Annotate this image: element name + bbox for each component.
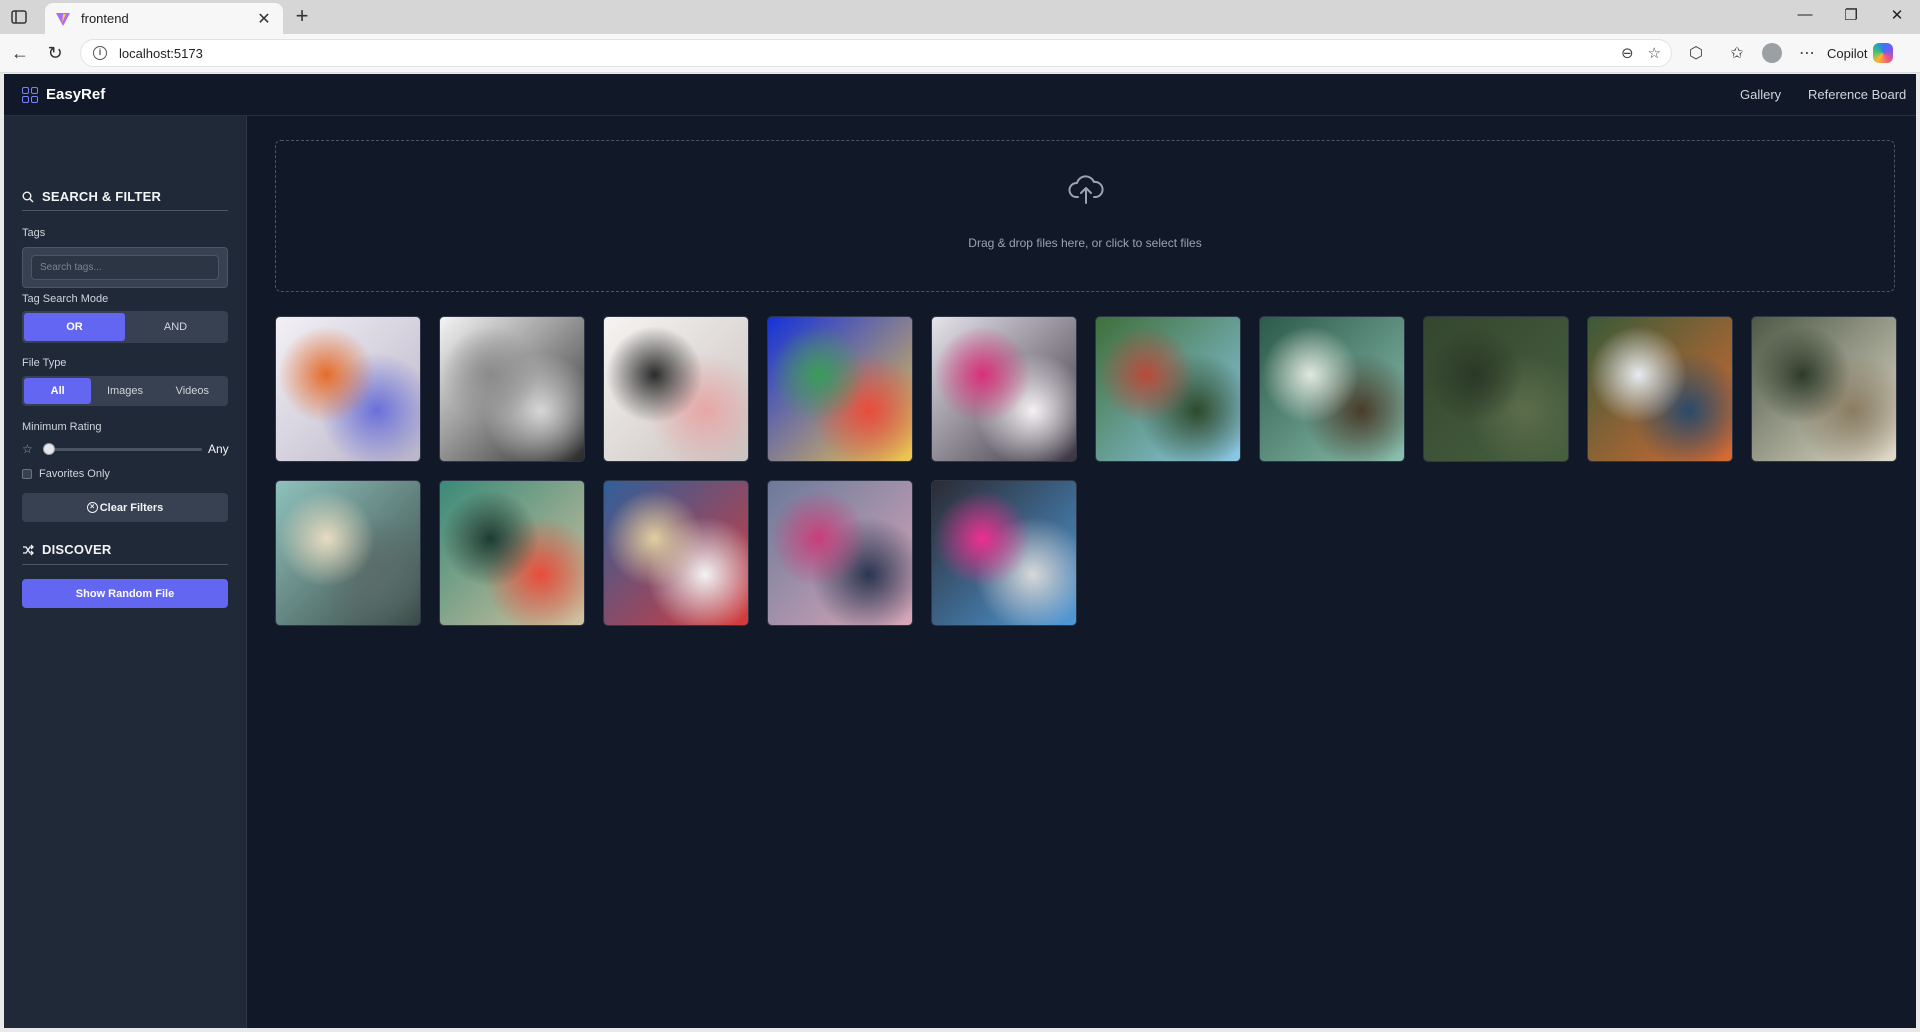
- url-text: localhost:5173: [119, 45, 203, 61]
- brand-name: EasyRef: [46, 86, 106, 103]
- window-close-icon[interactable]: ✕: [1882, 6, 1912, 24]
- favorite-star-icon[interactable]: ☆: [1648, 44, 1661, 62]
- divider: [22, 210, 228, 211]
- file-dropzone[interactable]: Drag & drop files here, or click to sele…: [275, 140, 1895, 292]
- search-filter-heading: SEARCH & FILTER: [22, 189, 161, 204]
- tag-search-box: [22, 247, 228, 288]
- gallery-thumbnail[interactable]: [275, 480, 421, 626]
- star-icon: ☆: [22, 442, 33, 456]
- copilot-button[interactable]: Copilot: [1827, 41, 1894, 65]
- rating-slider-row: ☆ Any: [22, 441, 232, 457]
- x-circle-icon: ×: [86, 502, 98, 513]
- search-icon: [22, 191, 34, 202]
- gallery-thumbnail[interactable]: [439, 316, 585, 462]
- file-type-label: File Type: [22, 357, 67, 369]
- gallery-thumbnail[interactable]: [767, 480, 913, 626]
- file-type-toggle: All Images Videos: [22, 376, 228, 406]
- favorites-label: Favorites Only: [39, 468, 110, 480]
- tag-search-input[interactable]: [31, 255, 219, 280]
- file-type-videos[interactable]: Videos: [159, 378, 226, 404]
- restore-icon[interactable]: ❐: [1836, 6, 1866, 24]
- extensions-icon[interactable]: ⬡: [1685, 43, 1707, 63]
- favorites-checkbox[interactable]: [22, 469, 32, 479]
- new-tab-button[interactable]: +: [290, 5, 314, 27]
- back-icon[interactable]: ←: [8, 42, 32, 64]
- show-random-file-button[interactable]: Show Random File: [22, 579, 228, 608]
- tags-label: Tags: [22, 227, 46, 239]
- address-bar[interactable]: i localhost:5173 ⊖ ☆: [80, 39, 1672, 67]
- tag-mode-and[interactable]: AND: [125, 313, 226, 341]
- brand[interactable]: EasyRef: [22, 86, 105, 103]
- tab-close-icon[interactable]: ✕: [255, 9, 273, 29]
- profile-avatar[interactable]: [1762, 43, 1782, 63]
- app-header: EasyRef Gallery Reference Board: [4, 74, 1916, 116]
- nav-reference-board[interactable]: Reference Board: [1808, 87, 1906, 102]
- dropzone-text: Drag & drop files here, or click to sele…: [968, 236, 1202, 250]
- more-menu-icon[interactable]: ⋯: [1796, 43, 1818, 63]
- file-type-all[interactable]: All: [24, 378, 92, 404]
- shuffle-icon: [23, 544, 34, 555]
- tag-mode-or[interactable]: OR: [24, 313, 125, 341]
- gallery-thumbnail[interactable]: [439, 480, 585, 626]
- gallery-thumbnail[interactable]: [767, 316, 913, 462]
- app-root: EasyRef Gallery Reference Board SEARCH &…: [4, 74, 1916, 1028]
- gallery-thumbnail[interactable]: [1095, 316, 1241, 462]
- clear-filters-label: Clear Filters: [99, 501, 164, 514]
- grid-icon: [22, 86, 38, 103]
- rating-slider-track[interactable]: [44, 448, 202, 451]
- divider: [22, 564, 228, 565]
- tab-actions-icon[interactable]: [8, 7, 30, 27]
- browser-tab[interactable]: frontend ✕: [45, 3, 283, 34]
- browser-tabstrip: frontend ✕ + — ❐ ✕: [0, 0, 1920, 34]
- zoom-icon[interactable]: ⊖: [1621, 44, 1634, 62]
- tab-title: frontend: [81, 11, 129, 26]
- gallery-thumbnail[interactable]: [931, 316, 1077, 462]
- reload-icon[interactable]: ↻: [43, 42, 67, 64]
- gallery-thumbnail[interactable]: [1423, 316, 1569, 462]
- rating-slider-thumb[interactable]: [43, 443, 55, 455]
- tag-mode-label: Tag Search Mode: [22, 293, 109, 305]
- clear-filters-button[interactable]: × Clear Filters: [22, 493, 228, 522]
- rating-value: Any: [208, 442, 229, 456]
- gallery-thumbnail[interactable]: [603, 316, 749, 462]
- vite-icon: [56, 12, 70, 26]
- favorites-icon[interactable]: ✩: [1726, 43, 1748, 63]
- search-filter-title: SEARCH & FILTER: [42, 189, 162, 204]
- min-rating-label: Minimum Rating: [22, 421, 102, 433]
- gallery-thumbnail[interactable]: [1259, 316, 1405, 462]
- discover-title: DISCOVER: [42, 542, 112, 557]
- copilot-label: Copilot: [1827, 45, 1868, 61]
- discover-heading: DISCOVER: [22, 542, 112, 557]
- gallery-thumbnail[interactable]: [603, 480, 749, 626]
- gallery-thumbnail[interactable]: [931, 480, 1077, 626]
- cloud-upload-icon: [1068, 175, 1104, 204]
- sidebar: SEARCH & FILTER Tags Tag Search Mode OR …: [4, 116, 247, 1028]
- browser-toolbar: ← ↻ i localhost:5173 ⊖ ☆ ⬡ ✩ ⋯ Copilot: [0, 34, 1920, 73]
- site-info-icon[interactable]: i: [93, 46, 107, 60]
- nav-gallery[interactable]: Gallery: [1740, 87, 1781, 102]
- gallery-thumbnail[interactable]: [275, 316, 421, 462]
- favorites-row[interactable]: Favorites Only: [22, 468, 110, 480]
- file-type-images[interactable]: Images: [91, 378, 158, 404]
- gallery-thumbnail[interactable]: [1587, 316, 1733, 462]
- gallery-thumbnail[interactable]: [1751, 316, 1897, 462]
- copilot-icon: [1873, 43, 1894, 63]
- minimize-icon[interactable]: —: [1790, 6, 1820, 23]
- main-content: Drag & drop files here, or click to sele…: [248, 116, 1916, 1028]
- tag-mode-toggle: OR AND: [22, 311, 228, 343]
